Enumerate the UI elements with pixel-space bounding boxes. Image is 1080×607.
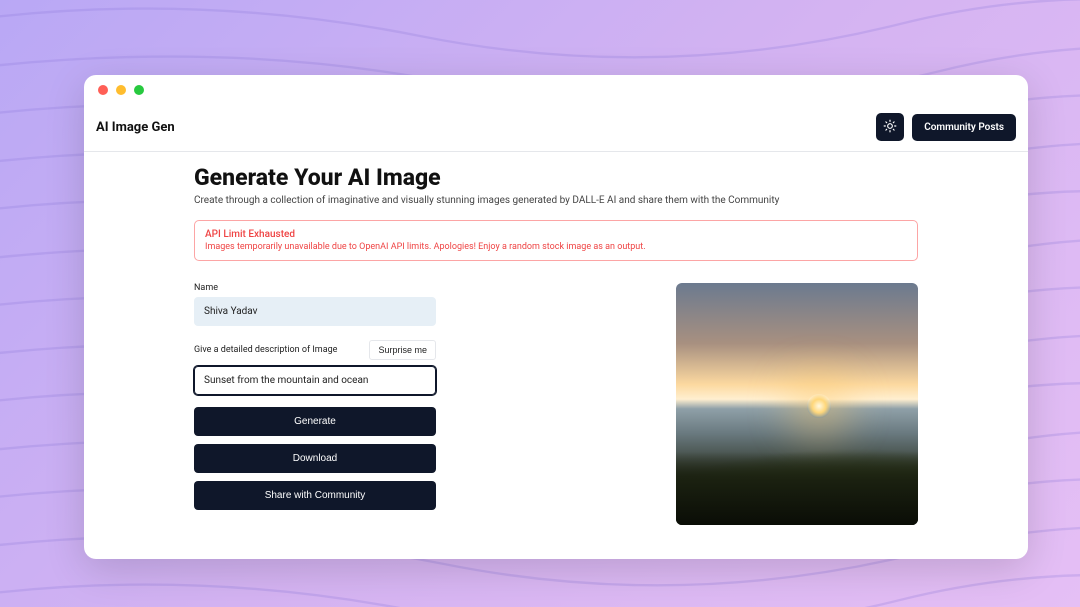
preview-foreground-dark (676, 452, 918, 525)
window-close-button[interactable] (98, 85, 108, 95)
main-content: Generate Your AI Image Create through a … (84, 152, 1028, 559)
theme-toggle-button[interactable] (876, 113, 904, 141)
generate-button[interactable]: Generate (194, 407, 436, 436)
description-label: Give a detailed description of Image (194, 345, 337, 355)
brand-title: AI Image Gen (96, 120, 175, 135)
name-field: Name (194, 283, 436, 326)
preview-sun-glow (807, 394, 831, 418)
sun-icon (883, 118, 897, 137)
window-minimize-button[interactable] (116, 85, 126, 95)
app-window: AI Image Gen Commu (84, 75, 1028, 559)
app-header: AI Image Gen Commu (84, 105, 1028, 152)
download-button[interactable]: Download (194, 444, 436, 473)
window-titlebar (84, 75, 1028, 105)
window-maximize-button[interactable] (134, 85, 144, 95)
form-column: Name Give a detailed description of Imag… (194, 283, 436, 510)
alert-body: Images temporarily unavailable due to Op… (205, 242, 907, 252)
header-actions: Community Posts (876, 113, 1016, 141)
generated-image-preview (676, 283, 918, 525)
api-limit-alert: API Limit Exhausted Images temporarily u… (194, 220, 918, 261)
name-input[interactable] (194, 297, 436, 326)
page-subtitle: Create through a collection of imaginati… (194, 195, 918, 206)
share-button[interactable]: Share with Community (194, 481, 436, 510)
surprise-me-button[interactable]: Surprise me (369, 340, 436, 360)
alert-title: API Limit Exhausted (205, 229, 907, 240)
page-title: Generate Your AI Image (194, 164, 918, 191)
community-posts-button[interactable]: Community Posts (912, 114, 1016, 141)
name-label: Name (194, 283, 436, 293)
main-layout-row: Name Give a detailed description of Imag… (194, 283, 918, 525)
description-input[interactable] (194, 366, 436, 395)
description-label-row: Give a detailed description of Image Sur… (194, 340, 436, 360)
